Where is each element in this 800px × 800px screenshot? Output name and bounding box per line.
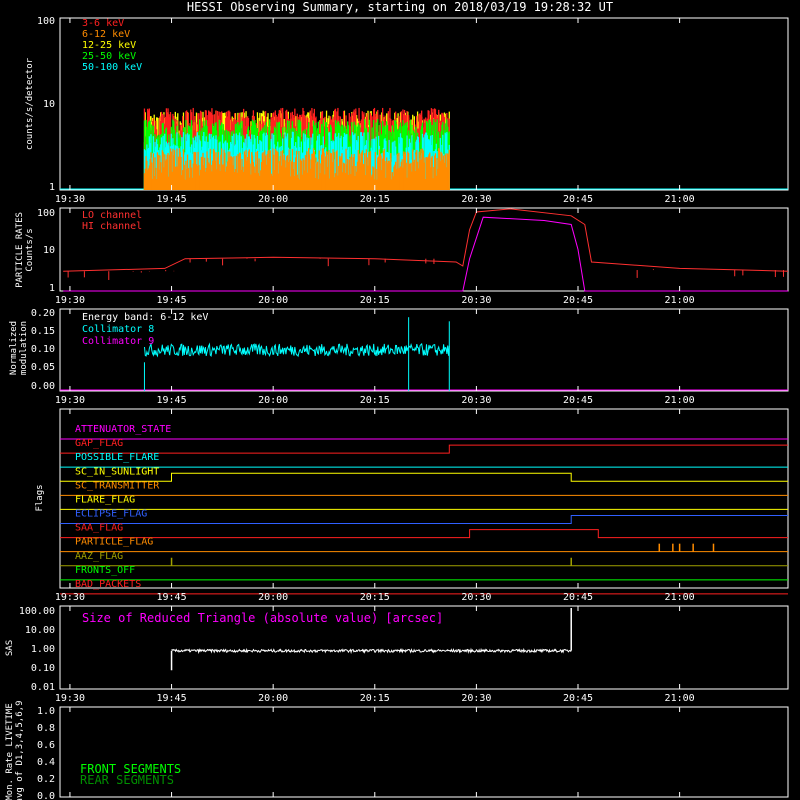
ytick-label: 0.0: [37, 791, 55, 800]
x-tick-label: 20:30: [461, 194, 491, 205]
ylabel-count-rates: counts/s/detector: [25, 57, 35, 150]
legend-entry: LO channel: [82, 210, 142, 221]
x-tick-label: 20:45: [563, 592, 593, 603]
ylabel-livetime-2: avg of D1,3,4,5,6,9: [15, 701, 25, 800]
legend-entry: 25-50 keV: [82, 51, 136, 62]
legend-entry: 3-6 keV: [82, 18, 124, 29]
legend-entry: REAR SEGMENTS: [80, 773, 174, 787]
x-tick-label: 20:30: [461, 295, 491, 306]
legend-entry: 50-100 keV: [82, 62, 142, 73]
flag-label: AAZ_FLAG: [75, 551, 123, 562]
ylabel-modulation-2: modulation: [19, 321, 29, 375]
flag-label: POSSIBLE_FLARE: [75, 452, 159, 463]
flag-label: BAD_PACKETS: [75, 579, 141, 590]
ytick-label: 0.01: [31, 682, 55, 693]
x-tick-label: 20:30: [461, 693, 491, 704]
x-tick-label: 20:15: [360, 395, 390, 406]
flag-label: FRONTS_OFF: [75, 565, 135, 576]
x-tick-label: 20:00: [258, 295, 288, 306]
flag-label: SAA_FLAG: [75, 523, 123, 534]
x-tick-label: 21:00: [665, 194, 695, 205]
legend-entry: 6-12 keV: [82, 29, 130, 40]
x-tick-label: 19:45: [156, 395, 186, 406]
legend-entry: HI channel: [82, 221, 142, 232]
ytick-label: 1: [49, 182, 55, 193]
ytick-label: 0.15: [31, 326, 55, 337]
ytick-label: 10.00: [25, 625, 55, 636]
ylabel-livetime: Mon. Rate LIVETIME: [5, 703, 15, 800]
ytick-label: 0.10: [31, 663, 55, 674]
ytick-label: 1.0: [37, 706, 55, 717]
ytick-label: 0.10: [31, 344, 55, 355]
ytick-label: 0.20: [31, 308, 55, 319]
ytick-label: 10: [43, 245, 55, 256]
ytick-label: 0.2: [37, 774, 55, 785]
ytick-label: 1.00: [31, 644, 55, 655]
flag-label: ECLIPSE_FLAG: [75, 509, 147, 520]
ytick-label: 100.00: [19, 606, 55, 617]
figure-title: HESSI Observing Summary, starting on 201…: [187, 0, 613, 14]
x-tick-label: 20:15: [360, 295, 390, 306]
x-tick-label: 21:00: [665, 395, 695, 406]
x-tick-label: 19:45: [156, 592, 186, 603]
ytick-label: 0.05: [31, 362, 55, 373]
flag-label: SC_TRANSMITTER: [75, 480, 160, 491]
ylabel-sas: SAS: [5, 640, 15, 656]
x-tick-label: 20:45: [563, 194, 593, 205]
x-tick-label: 19:30: [55, 194, 85, 205]
x-tick-label: 20:00: [258, 693, 288, 704]
x-tick-label: 19:30: [55, 295, 85, 306]
ytick-label: 100: [37, 208, 55, 219]
sas-annotation: Size of Reduced Triangle (absolute value…: [82, 611, 443, 625]
ytick-label: 10: [43, 99, 55, 110]
ytick-label: 1: [49, 283, 55, 294]
ytick-label: 0.00: [31, 381, 55, 392]
x-tick-label: 20:00: [258, 592, 288, 603]
flag-label: PARTICLE_FLAG: [75, 537, 153, 548]
x-tick-label: 19:30: [55, 592, 85, 603]
x-tick-label: 21:00: [665, 295, 695, 306]
ylabel-flags: Flags: [35, 484, 45, 511]
legend-entry: 12-25 keV: [82, 40, 136, 51]
ytick-label: 0.6: [37, 740, 55, 751]
x-tick-label: 20:45: [563, 395, 593, 406]
ylabel-particle-rates: PARTICLE RATES: [15, 212, 25, 288]
x-tick-label: 20:15: [360, 693, 390, 704]
observing-summary-figure: HESSI Observing Summary, starting on 201…: [0, 0, 800, 800]
flag-label: FLARE_FLAG: [75, 494, 135, 505]
x-tick-label: 20:15: [360, 194, 390, 205]
legend-entry: Collimator 8: [82, 324, 154, 335]
flag-label: SC_IN_SUNLIGHT: [75, 466, 159, 477]
x-tick-label: 20:00: [258, 194, 288, 205]
flag-label: GAP_FLAG: [75, 438, 123, 449]
ylabel-modulation: Normalized: [9, 321, 19, 375]
flag-label: ATTENUATOR_STATE: [75, 424, 171, 435]
x-tick-label: 19:45: [156, 693, 186, 704]
ytick-label: 0.4: [37, 757, 55, 768]
x-tick-label: 21:00: [665, 592, 695, 603]
energy-band-note: Energy band: 6-12 keV: [82, 312, 208, 323]
x-tick-label: 20:30: [461, 592, 491, 603]
x-tick-label: 21:00: [665, 693, 695, 704]
x-tick-label: 19:45: [156, 295, 186, 306]
ylabel-particle-rates-unit: Counts/s: [25, 228, 35, 271]
x-tick-label: 20:45: [563, 295, 593, 306]
x-tick-label: 20:15: [360, 592, 390, 603]
x-tick-label: 20:00: [258, 395, 288, 406]
x-tick-label: 19:45: [156, 194, 186, 205]
x-tick-label: 19:30: [55, 395, 85, 406]
ytick-label: 100: [37, 16, 55, 27]
legend-entry: Collimator 9: [82, 336, 154, 347]
x-tick-label: 20:45: [563, 693, 593, 704]
x-tick-label: 19:30: [55, 693, 85, 704]
ytick-label: 0.8: [37, 723, 55, 734]
x-tick-label: 20:30: [461, 395, 491, 406]
